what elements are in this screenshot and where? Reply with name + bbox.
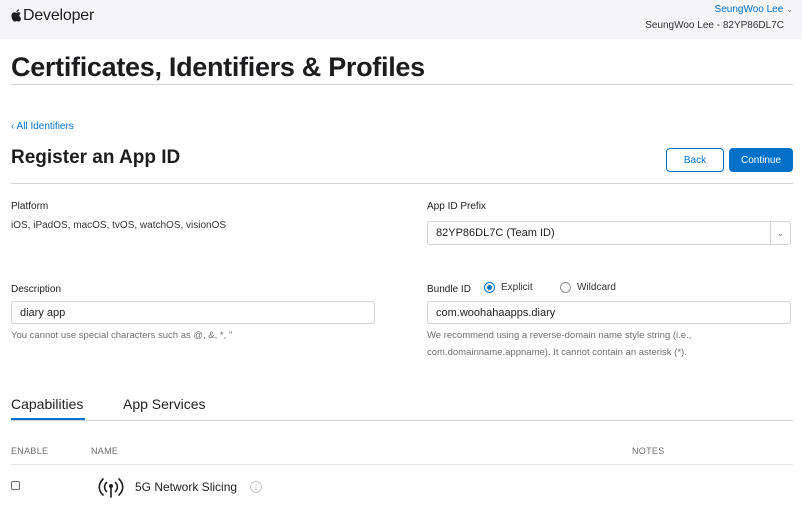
apple-logo-icon [11, 8, 21, 22]
app-id-prefix-label: App ID Prefix [427, 201, 486, 212]
radio-explicit[interactable]: Explicit [484, 282, 533, 293]
description-input[interactable]: diary app [11, 301, 375, 324]
bundle-id-hint-line-1: We recommend using a reverse-domain name… [427, 330, 692, 341]
all-identifiers-link[interactable]: ‹ All Identifiers [11, 121, 74, 132]
radio-explicit-label: Explicit [501, 282, 533, 293]
divider [11, 420, 793, 421]
section-title: Register an App ID [11, 147, 181, 168]
description-hint: You cannot use special characters such a… [11, 330, 233, 341]
description-label: Description [11, 284, 62, 295]
radio-wildcard[interactable]: Wildcard [560, 282, 616, 293]
app-id-prefix-select[interactable]: 82YP86DL7C (Team ID) ⌄ [427, 221, 791, 245]
account-menu[interactable]: SeungWoo Lee ⌄ [715, 4, 793, 15]
chevron-down-icon: ⌄ [786, 5, 793, 14]
divider [11, 464, 793, 465]
platform-value: iOS, iPadOS, macOS, tvOS, watchOS, visio… [11, 220, 227, 231]
account-name: SeungWoo Lee [714, 4, 784, 15]
column-header-name: NAME [91, 446, 119, 456]
bundle-id-hint-line-2: com.domainname.appname). It cannot conta… [427, 347, 687, 358]
divider [11, 84, 793, 85]
column-header-notes: NOTES [632, 446, 665, 456]
bundle-id-input[interactable]: com.woohahaapps.diary [427, 301, 791, 324]
chevron-down-icon: ⌄ [770, 222, 790, 244]
continue-button[interactable]: Continue [729, 148, 793, 172]
app-id-prefix-value: 82YP86DL7C (Team ID) [436, 227, 555, 239]
top-bar: Developer SeungWoo Lee ⌄ SeungWoo Lee - … [0, 0, 802, 39]
antenna-icon [98, 478, 124, 498]
radio-wildcard-button[interactable] [560, 282, 571, 293]
divider [11, 183, 793, 184]
tab-app-services[interactable]: App Services [123, 396, 205, 412]
info-icon[interactable]: i [250, 481, 262, 493]
logo-text: Developer [23, 7, 95, 24]
bundle-id-label: Bundle ID [427, 284, 471, 295]
team-info: SeungWoo Lee - 82YP86DL7C [645, 20, 784, 31]
back-button[interactable]: Back [666, 148, 724, 172]
column-header-enable: ENABLE [11, 446, 49, 456]
radio-explicit-button[interactable] [484, 282, 495, 293]
active-tab-indicator [11, 418, 85, 420]
page-title: Certificates, Identifiers & Profiles [11, 52, 425, 82]
platform-label: Platform [11, 201, 49, 212]
tab-capabilities[interactable]: Capabilities [11, 396, 83, 412]
radio-wildcard-label: Wildcard [577, 282, 616, 293]
enable-checkbox[interactable] [11, 481, 20, 490]
developer-logo[interactable]: Developer [11, 7, 94, 25]
capability-name: 5G Network Slicing [135, 480, 238, 494]
